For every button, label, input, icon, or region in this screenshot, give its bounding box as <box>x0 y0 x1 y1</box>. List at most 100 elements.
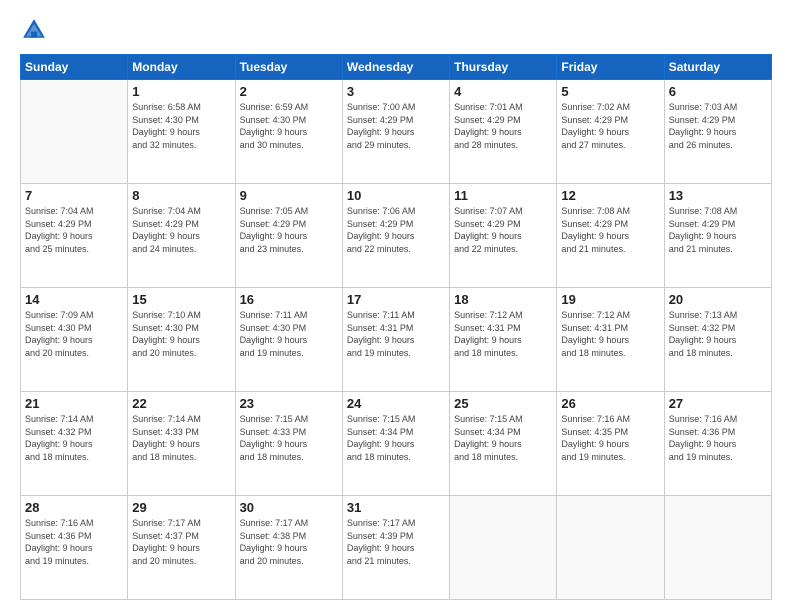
day-info: Sunrise: 7:07 AM Sunset: 4:29 PM Dayligh… <box>454 205 552 255</box>
day-cell: 19 Sunrise: 7:12 AM Sunset: 4:31 PM Dayli… <box>557 288 664 392</box>
day-info: Sunrise: 7:17 AM Sunset: 4:38 PM Dayligh… <box>240 517 338 567</box>
weekday-header-saturday: Saturday <box>664 55 771 80</box>
day-info: Sunrise: 7:11 AM Sunset: 4:30 PM Dayligh… <box>240 309 338 359</box>
day-cell: 27 Sunrise: 7:16 AM Sunset: 4:36 PM Dayli… <box>664 392 771 496</box>
day-info: Sunrise: 7:14 AM Sunset: 4:33 PM Dayligh… <box>132 413 230 463</box>
day-cell: 1 Sunrise: 6:58 AM Sunset: 4:30 PM Daylig… <box>128 80 235 184</box>
day-cell: 4 Sunrise: 7:01 AM Sunset: 4:29 PM Daylig… <box>450 80 557 184</box>
day-info: Sunrise: 7:01 AM Sunset: 4:29 PM Dayligh… <box>454 101 552 151</box>
day-info: Sunrise: 7:02 AM Sunset: 4:29 PM Dayligh… <box>561 101 659 151</box>
day-cell: 17Sunrise: 7:11 AM Sunset: 4:31 PM Dayli… <box>342 288 449 392</box>
day-number: 16 <box>240 292 338 307</box>
day-cell: 25 Sunrise: 7:15 AM Sunset: 4:34 PM Dayli… <box>450 392 557 496</box>
header <box>20 16 772 44</box>
day-number: 1 <box>132 84 230 99</box>
day-info: Sunrise: 7:16 AM Sunset: 4:35 PM Dayligh… <box>561 413 659 463</box>
day-number: 9 <box>240 188 338 203</box>
week-row-2: 14Sunrise: 7:09 AM Sunset: 4:30 PM Dayli… <box>21 288 772 392</box>
day-info: Sunrise: 7:14 AM Sunset: 4:32 PM Dayligh… <box>25 413 123 463</box>
day-number: 5 <box>561 84 659 99</box>
week-row-0: 1 Sunrise: 6:58 AM Sunset: 4:30 PM Daylig… <box>21 80 772 184</box>
day-cell: 18Sunrise: 7:12 AM Sunset: 4:31 PM Dayli… <box>450 288 557 392</box>
day-info: Sunrise: 7:17 AM Sunset: 4:37 PM Dayligh… <box>132 517 230 567</box>
day-number: 31 <box>347 500 445 515</box>
day-info: Sunrise: 7:06 AM Sunset: 4:29 PM Dayligh… <box>347 205 445 255</box>
day-info: Sunrise: 7:12 AM Sunset: 4:31 PM Dayligh… <box>561 309 659 359</box>
day-cell: 22 Sunrise: 7:14 AM Sunset: 4:33 PM Dayli… <box>128 392 235 496</box>
day-cell: 24Sunrise: 7:15 AM Sunset: 4:34 PM Dayli… <box>342 392 449 496</box>
day-info: Sunrise: 7:09 AM Sunset: 4:30 PM Dayligh… <box>25 309 123 359</box>
day-info: Sunrise: 7:16 AM Sunset: 4:36 PM Dayligh… <box>669 413 767 463</box>
logo-icon <box>20 16 48 44</box>
weekday-header-sunday: Sunday <box>21 55 128 80</box>
day-number: 7 <box>25 188 123 203</box>
day-info: Sunrise: 7:16 AM Sunset: 4:36 PM Dayligh… <box>25 517 123 567</box>
day-number: 19 <box>561 292 659 307</box>
day-number: 28 <box>25 500 123 515</box>
day-info: Sunrise: 7:03 AM Sunset: 4:29 PM Dayligh… <box>669 101 767 151</box>
day-cell: 14Sunrise: 7:09 AM Sunset: 4:30 PM Dayli… <box>21 288 128 392</box>
day-info: Sunrise: 7:15 AM Sunset: 4:33 PM Dayligh… <box>240 413 338 463</box>
day-info: Sunrise: 7:17 AM Sunset: 4:39 PM Dayligh… <box>347 517 445 567</box>
day-cell: 2Sunrise: 6:59 AM Sunset: 4:30 PM Daylig… <box>235 80 342 184</box>
day-number: 22 <box>132 396 230 411</box>
day-cell: 8 Sunrise: 7:04 AM Sunset: 4:29 PM Daylig… <box>128 184 235 288</box>
day-cell: 30 Sunrise: 7:17 AM Sunset: 4:38 PM Dayli… <box>235 496 342 600</box>
day-cell: 9 Sunrise: 7:05 AM Sunset: 4:29 PM Daylig… <box>235 184 342 288</box>
day-cell: 3 Sunrise: 7:00 AM Sunset: 4:29 PM Daylig… <box>342 80 449 184</box>
day-number: 10 <box>347 188 445 203</box>
day-cell: 12Sunrise: 7:08 AM Sunset: 4:29 PM Dayli… <box>557 184 664 288</box>
day-number: 13 <box>669 188 767 203</box>
week-row-4: 28 Sunrise: 7:16 AM Sunset: 4:36 PM Dayli… <box>21 496 772 600</box>
day-info: Sunrise: 7:04 AM Sunset: 4:29 PM Dayligh… <box>132 205 230 255</box>
day-cell: 5 Sunrise: 7:02 AM Sunset: 4:29 PM Daylig… <box>557 80 664 184</box>
day-info: Sunrise: 7:15 AM Sunset: 4:34 PM Dayligh… <box>454 413 552 463</box>
day-cell: 21 Sunrise: 7:14 AM Sunset: 4:32 PM Dayli… <box>21 392 128 496</box>
day-cell: 31 Sunrise: 7:17 AM Sunset: 4:39 PM Dayli… <box>342 496 449 600</box>
day-number: 6 <box>669 84 767 99</box>
day-info: Sunrise: 7:00 AM Sunset: 4:29 PM Dayligh… <box>347 101 445 151</box>
day-cell: 23Sunrise: 7:15 AM Sunset: 4:33 PM Dayli… <box>235 392 342 496</box>
calendar: SundayMondayTuesdayWednesdayThursdayFrid… <box>20 54 772 600</box>
day-cell: 26 Sunrise: 7:16 AM Sunset: 4:35 PM Dayli… <box>557 392 664 496</box>
day-number: 2 <box>240 84 338 99</box>
day-info: Sunrise: 7:05 AM Sunset: 4:29 PM Dayligh… <box>240 205 338 255</box>
day-cell: 6 Sunrise: 7:03 AM Sunset: 4:29 PM Daylig… <box>664 80 771 184</box>
day-cell: 7 Sunrise: 7:04 AM Sunset: 4:29 PM Daylig… <box>21 184 128 288</box>
logo <box>20 16 52 44</box>
weekday-header-monday: Monday <box>128 55 235 80</box>
day-number: 27 <box>669 396 767 411</box>
day-cell <box>450 496 557 600</box>
day-number: 26 <box>561 396 659 411</box>
day-cell: 28 Sunrise: 7:16 AM Sunset: 4:36 PM Dayli… <box>21 496 128 600</box>
page: SundayMondayTuesdayWednesdayThursdayFrid… <box>0 0 792 612</box>
day-cell: 29Sunrise: 7:17 AM Sunset: 4:37 PM Dayli… <box>128 496 235 600</box>
day-number: 4 <box>454 84 552 99</box>
day-cell: 13 Sunrise: 7:08 AM Sunset: 4:29 PM Dayli… <box>664 184 771 288</box>
weekday-header-tuesday: Tuesday <box>235 55 342 80</box>
day-cell: 10 Sunrise: 7:06 AM Sunset: 4:29 PM Dayli… <box>342 184 449 288</box>
day-info: Sunrise: 7:12 AM Sunset: 4:31 PM Dayligh… <box>454 309 552 359</box>
day-number: 25 <box>454 396 552 411</box>
day-number: 20 <box>669 292 767 307</box>
day-number: 17 <box>347 292 445 307</box>
day-info: Sunrise: 7:04 AM Sunset: 4:29 PM Dayligh… <box>25 205 123 255</box>
day-info: Sunrise: 7:10 AM Sunset: 4:30 PM Dayligh… <box>132 309 230 359</box>
day-number: 24 <box>347 396 445 411</box>
day-cell <box>21 80 128 184</box>
day-number: 21 <box>25 396 123 411</box>
weekday-header-friday: Friday <box>557 55 664 80</box>
day-info: Sunrise: 6:58 AM Sunset: 4:30 PM Dayligh… <box>132 101 230 151</box>
day-number: 8 <box>132 188 230 203</box>
day-number: 3 <box>347 84 445 99</box>
weekday-header-thursday: Thursday <box>450 55 557 80</box>
week-row-1: 7 Sunrise: 7:04 AM Sunset: 4:29 PM Daylig… <box>21 184 772 288</box>
day-number: 30 <box>240 500 338 515</box>
day-cell: 16 Sunrise: 7:11 AM Sunset: 4:30 PM Dayli… <box>235 288 342 392</box>
weekday-header-row: SundayMondayTuesdayWednesdayThursdayFrid… <box>21 55 772 80</box>
day-info: Sunrise: 7:08 AM Sunset: 4:29 PM Dayligh… <box>669 205 767 255</box>
weekday-header-wednesday: Wednesday <box>342 55 449 80</box>
day-number: 15 <box>132 292 230 307</box>
day-cell: 11 Sunrise: 7:07 AM Sunset: 4:29 PM Dayli… <box>450 184 557 288</box>
day-number: 11 <box>454 188 552 203</box>
